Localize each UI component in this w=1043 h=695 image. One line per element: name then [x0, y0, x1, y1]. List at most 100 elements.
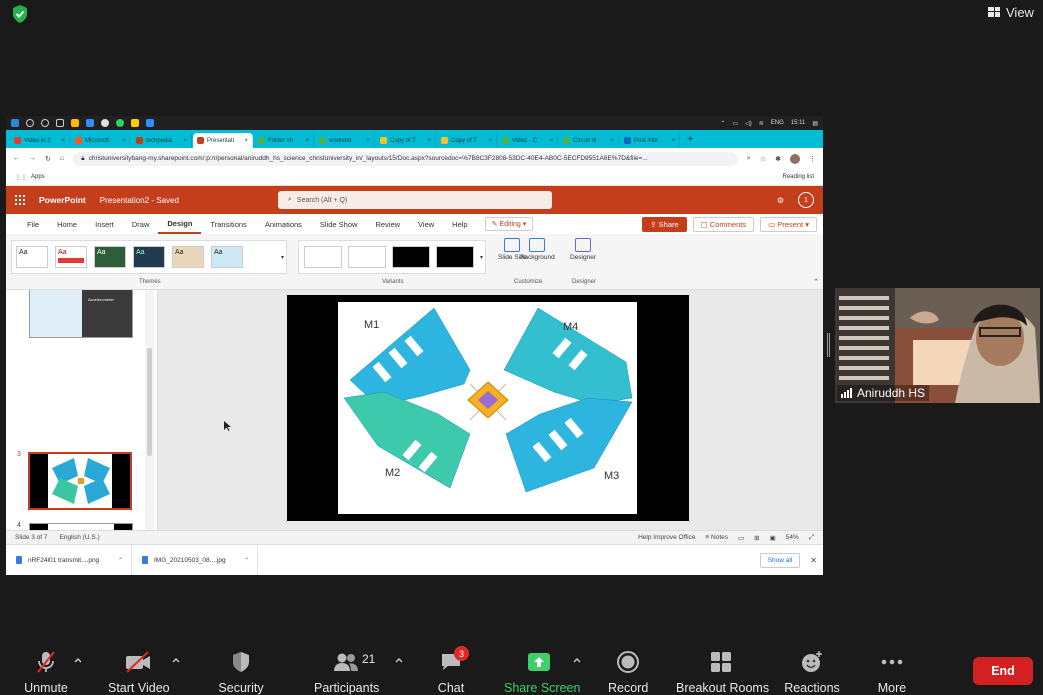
browser-tab[interactable]: Video in 2 ×: [10, 133, 70, 148]
notes-button[interactable]: ≡ Notes: [705, 534, 728, 541]
ribbon-tab-draw[interactable]: Draw: [123, 214, 159, 234]
new-tab-icon[interactable]: +: [681, 133, 699, 145]
theme-red[interactable]: Aa: [55, 246, 87, 268]
fit-to-window-icon[interactable]: ⤢: [809, 534, 814, 542]
download-item[interactable]: IMG_20210503_08....jpg ⌃: [132, 544, 258, 575]
reactions-button[interactable]: Reactions: [784, 650, 840, 695]
zoom-level[interactable]: 54%: [786, 534, 799, 541]
help-improve-office[interactable]: Help Improve Office: [638, 534, 695, 541]
participants-options-chevron-icon[interactable]: [395, 656, 403, 664]
more-button[interactable]: More: [875, 650, 909, 695]
ribbon-tab-help[interactable]: Help: [443, 214, 476, 234]
view-button[interactable]: View: [988, 5, 1034, 20]
show-all-button[interactable]: Show all: [759, 552, 801, 568]
browser-tab[interactable]: Presentati ×: [193, 133, 253, 148]
slide-thumbnail-3[interactable]: [27, 451, 133, 511]
tab-close-icon[interactable]: ×: [671, 138, 675, 144]
thumbnail-scrollbar[interactable]: [145, 290, 154, 530]
profile-avatar[interactable]: [790, 153, 800, 164]
task-view-icon[interactable]: [56, 119, 64, 127]
tab-close-icon[interactable]: ×: [549, 138, 553, 144]
variants-more-icon[interactable]: ▾: [480, 254, 483, 261]
present-button[interactable]: ▭ Present ▾: [760, 217, 817, 232]
slide-sorter-icon[interactable]: ⊞: [754, 534, 759, 542]
theme-office[interactable]: Aa: [16, 246, 48, 268]
forward-icon[interactable]: →: [29, 155, 36, 162]
breakout-rooms-button[interactable]: Breakout Rooms: [676, 650, 769, 695]
variant-2[interactable]: [348, 246, 386, 268]
extensions-icon[interactable]: ✱: [775, 155, 781, 163]
end-meeting-button[interactable]: End: [973, 657, 1033, 685]
tab-close-icon[interactable]: ×: [488, 138, 492, 144]
ribbon-tab-transitions[interactable]: Transitions: [201, 214, 255, 234]
start-video-button[interactable]: Start Video: [108, 650, 170, 695]
collapse-ribbon-icon[interactable]: ⌃: [813, 278, 819, 286]
ribbon-tab-view[interactable]: View: [409, 214, 443, 234]
language-status[interactable]: English (U.S.): [60, 534, 100, 541]
record-button[interactable]: Record: [608, 650, 648, 695]
settings-gear-icon[interactable]: ⚙: [777, 196, 784, 205]
theme-beige[interactable]: Aa: [172, 246, 204, 268]
browser-menu-icon[interactable]: ⋮: [809, 155, 816, 163]
reading-list[interactable]: Reading list: [783, 174, 814, 180]
app-launcher-icon[interactable]: [15, 195, 25, 205]
app-name[interactable]: PowerPoint: [39, 195, 86, 205]
folder-icon[interactable]: [131, 119, 139, 127]
theme-light-blue[interactable]: Aa: [211, 246, 243, 268]
chat-button[interactable]: Chat 3: [437, 646, 469, 695]
variant-3[interactable]: [392, 246, 430, 268]
tray-chevron-icon[interactable]: ⌃: [720, 120, 725, 127]
ribbon-tab-design[interactable]: Design: [158, 214, 202, 234]
document-title[interactable]: Presentation2 - Saved: [100, 196, 179, 205]
user-avatar[interactable]: 1: [798, 192, 814, 208]
ribbon-tab-slide-show[interactable]: Slide Show: [311, 214, 367, 234]
audio-options-chevron-icon[interactable]: [74, 656, 82, 664]
ribbon-tab-review[interactable]: Review: [366, 214, 409, 234]
tab-close-icon[interactable]: ×: [366, 138, 370, 144]
variant-1[interactable]: [304, 246, 342, 268]
browser-tab[interactable]: worksho ×: [315, 133, 375, 148]
tab-close-icon[interactable]: ×: [122, 138, 126, 144]
video-options-chevron-icon[interactable]: [172, 656, 180, 664]
tab-close-icon[interactable]: ×: [183, 138, 187, 144]
tab-close-icon[interactable]: ×: [610, 138, 614, 144]
share-screen-button[interactable]: Share Screen: [504, 650, 580, 695]
normal-view-icon[interactable]: ▭: [738, 534, 744, 542]
security-shield-icon[interactable]: [10, 4, 30, 24]
slide-thumbnail-2[interactable]: Accelerometer: [29, 290, 133, 338]
download-item[interactable]: nRF24l01 transmit....png ⌃: [6, 544, 132, 575]
wifi-icon[interactable]: ≋: [759, 120, 764, 127]
browser-tab[interactable]: Microsoft ×: [71, 133, 131, 148]
current-slide[interactable]: M1 M4 M2 M3: [287, 295, 689, 521]
volume-icon[interactable]: ◁): [745, 120, 752, 127]
tab-close-icon[interactable]: ×: [244, 138, 248, 144]
comments-button[interactable]: ▢ Comments: [692, 217, 755, 232]
close-icon[interactable]: ✕: [810, 556, 817, 565]
background-button[interactable]: Background: [520, 238, 555, 261]
theme-dark-blue[interactable]: Aa: [133, 246, 165, 268]
whatsapp-icon[interactable]: [116, 119, 124, 127]
file-explorer-icon[interactable]: [71, 119, 79, 127]
chevron-up-icon[interactable]: ⌃: [118, 557, 123, 564]
ribbon-tab-home[interactable]: Home: [48, 214, 86, 234]
language-indicator[interactable]: ENG: [771, 120, 784, 126]
browser-tab[interactable]: Post Atte ×: [620, 133, 680, 148]
slide-thumbnail-4[interactable]: [29, 523, 133, 530]
bookmark-star-icon[interactable]: ☆: [760, 155, 766, 163]
panel-resize-handle[interactable]: [827, 333, 831, 357]
search-input[interactable]: ⌕ Search (Alt + Q): [278, 191, 552, 209]
browser-tab[interactable]: Copy of T ×: [376, 133, 436, 148]
share-options-chevron-icon[interactable]: [573, 656, 581, 664]
notification-icon[interactable]: ▤: [812, 120, 818, 127]
ribbon-tab-animations[interactable]: Animations: [256, 214, 311, 234]
url-field[interactable]: 🔒︎ christuniversitybang-my.sharepoint.co…: [73, 151, 738, 166]
designer-button[interactable]: Designer: [570, 238, 596, 261]
tab-close-icon[interactable]: ×: [427, 138, 431, 144]
browser-tab[interactable]: Circuit di ×: [559, 133, 619, 148]
ribbon-tab-file[interactable]: File: [18, 214, 48, 234]
home-icon[interactable]: ⌂: [60, 155, 64, 162]
cortana-icon[interactable]: [41, 119, 49, 127]
search-icon[interactable]: [26, 119, 34, 127]
windows-start-icon[interactable]: [11, 119, 19, 127]
unmute-button[interactable]: Unmute: [24, 650, 68, 695]
